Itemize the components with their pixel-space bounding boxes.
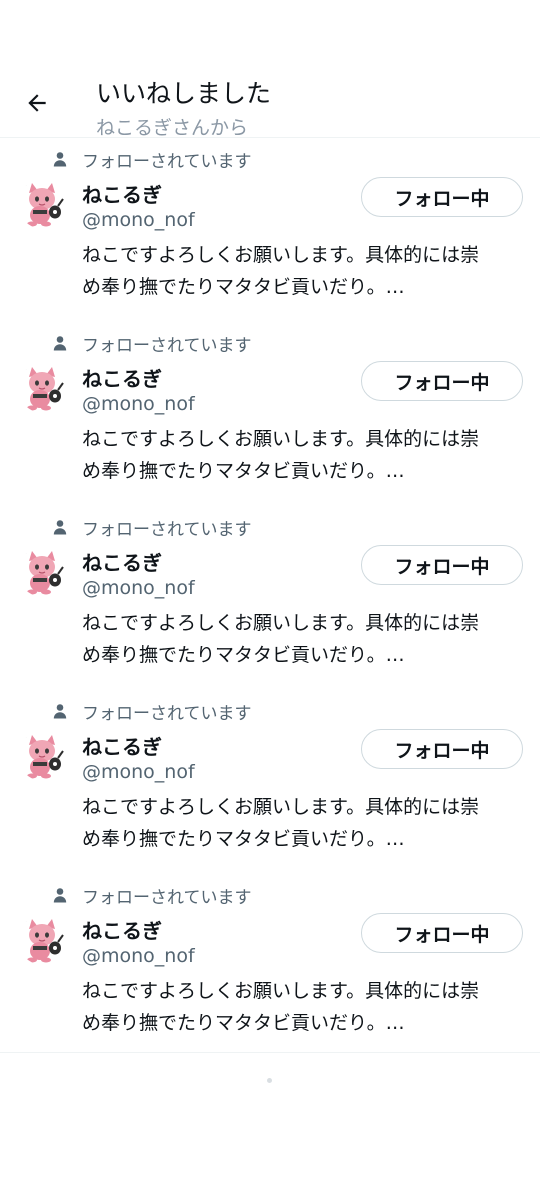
user-handle: @mono_nof (82, 393, 195, 415)
follows-you-label: フォローされています (52, 699, 252, 724)
avatar[interactable] (18, 915, 68, 965)
user-bio-line: め奉り撫でたりマタタビ貢いだり。… (82, 828, 405, 850)
follows-you-text: フォローされています (82, 151, 252, 172)
user-bio: ねこですよろしくお願いします。具体的には崇 め奉り撫でたりマタタビ貢いだり。… (82, 607, 528, 671)
following-button[interactable]: フォロー中 (361, 361, 523, 401)
follows-you-label: フォローされています (52, 515, 252, 540)
user-bio: ねこですよろしくお願いします。具体的には崇 め奉り撫でたりマタタビ貢いだり。… (82, 791, 528, 855)
user-bio: ねこですよろしくお願いします。具体的には崇 め奉り撫でたりマタタビ貢いだり。… (82, 975, 528, 1039)
user-handle: @mono_nof (82, 577, 195, 599)
person-icon (52, 887, 68, 903)
arrow-left-icon (28, 94, 46, 112)
back-button[interactable] (18, 84, 56, 122)
follows-you-text: フォローされています (82, 703, 252, 724)
user-bio-line: ねこですよろしくお願いします。具体的には崇 (82, 428, 480, 450)
user-bio: ねこですよろしくお願いします。具体的には崇 め奉り撫でたりマタタビ貢いだり。… (82, 239, 528, 303)
cat-avatar-icon (23, 551, 64, 595)
following-button[interactable]: フォロー中 (361, 913, 523, 953)
follows-you-label: フォローされています (52, 883, 252, 908)
user-display-name[interactable]: ねこるぎ (82, 547, 162, 576)
following-button[interactable]: フォロー中 (361, 545, 523, 585)
follows-you-label: フォローされています (52, 331, 252, 356)
avatar[interactable] (18, 363, 68, 413)
avatar[interactable] (18, 547, 68, 597)
avatar[interactable] (18, 179, 68, 229)
follows-you-text: フォローされています (82, 335, 252, 356)
user-list-item[interactable]: フォローされています ねこるぎ @mono_nof フォロー中 ねこですよろしく… (0, 507, 540, 691)
user-list-item[interactable]: フォローされています ねこるぎ @mono_nof フォロー中 ねこですよろしく… (0, 323, 540, 507)
user-bio-line: ねこですよろしくお願いします。具体的には崇 (82, 796, 480, 818)
user-bio-line: め奉り撫でたりマタタビ貢いだり。… (82, 276, 405, 298)
cat-avatar-icon (23, 735, 64, 779)
cat-avatar-icon (23, 367, 64, 411)
user-list-item[interactable]: フォローされています ねこるぎ @mono_nof フォロー中 ねこですよろしく… (0, 691, 540, 875)
app-header: いいねしました ねこるぎさんから (0, 0, 540, 139)
user-bio-line: め奉り撫でたりマタタビ貢いだり。… (82, 1012, 405, 1034)
user-bio-line: ねこですよろしくお願いします。具体的には崇 (82, 612, 480, 634)
person-icon (52, 519, 68, 535)
person-icon (52, 335, 68, 351)
person-icon (52, 703, 68, 719)
user-handle: @mono_nof (82, 945, 195, 967)
user-display-name[interactable]: ねこるぎ (82, 731, 162, 760)
follows-you-text: フォローされています (82, 887, 252, 908)
user-bio-line: め奉り撫でたりマタタビ貢いだり。… (82, 644, 405, 666)
user-bio-line: め奉り撫でたりマタタビ貢いだり。… (82, 460, 405, 482)
list-end-divider (0, 1052, 540, 1053)
user-bio-line: ねこですよろしくお願いします。具体的には崇 (82, 244, 480, 266)
user-bio: ねこですよろしくお願いします。具体的には崇 め奉り撫でたりマタタビ貢いだり。… (82, 423, 528, 487)
page-title: いいねしました (96, 79, 272, 108)
loading-indicator (267, 1078, 272, 1083)
user-display-name[interactable]: ねこるぎ (82, 363, 162, 392)
following-button[interactable]: フォロー中 (361, 177, 523, 217)
follows-you-text: フォローされています (82, 519, 252, 540)
user-display-name[interactable]: ねこるぎ (82, 915, 162, 944)
user-handle: @mono_nof (82, 209, 195, 231)
page-subtitle: ねこるぎさんから (96, 117, 249, 139)
user-handle: @mono_nof (82, 761, 195, 783)
user-list-item[interactable]: フォローされています ねこるぎ @mono_nof フォロー中 ねこですよろしく… (0, 139, 540, 323)
user-list: フォローされています ねこるぎ @mono_nof フォロー中 ねこですよろしく… (0, 139, 540, 1059)
following-button[interactable]: フォロー中 (361, 729, 523, 769)
user-bio-line: ねこですよろしくお願いします。具体的には崇 (82, 980, 480, 1002)
user-list-item[interactable]: フォローされています ねこるぎ @mono_nof フォロー中 ねこですよろしく… (0, 875, 540, 1059)
avatar[interactable] (18, 731, 68, 781)
cat-avatar-icon (23, 919, 64, 963)
person-icon (52, 151, 68, 167)
user-display-name[interactable]: ねこるぎ (82, 179, 162, 208)
follows-you-label: フォローされています (52, 147, 252, 172)
cat-avatar-icon (23, 183, 64, 227)
